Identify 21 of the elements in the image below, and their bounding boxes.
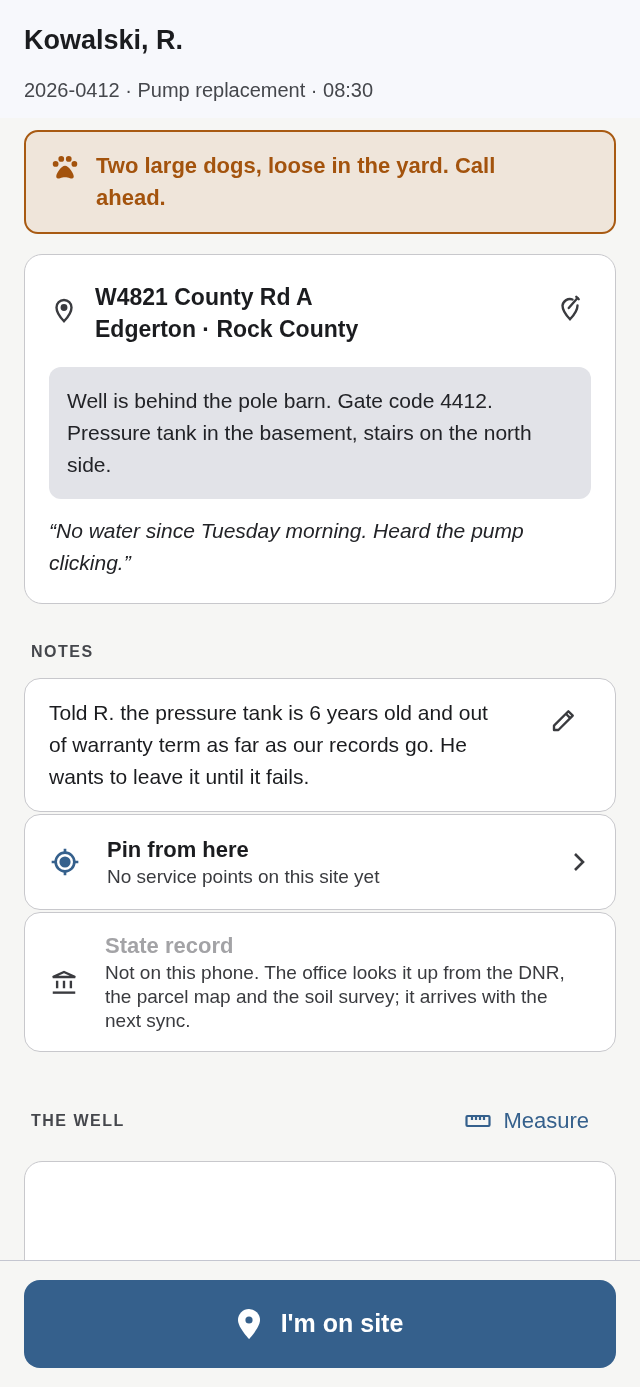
measure-button[interactable]: Measure bbox=[465, 1104, 589, 1137]
chevron-right-icon bbox=[573, 852, 585, 872]
row-title: State record bbox=[105, 932, 235, 960]
list-row[interactable]: Pin from here No service points on this site yet bbox=[24, 814, 616, 910]
directions-note: Well is behind the pole barn. Gate code 4412. Pressure tank in the basement, stairs on the north side. bbox=[49, 367, 591, 499]
target-icon bbox=[49, 846, 81, 878]
customer-complaint: “No water since Tuesday morning. Heard the pump clicking.” bbox=[49, 518, 525, 576]
locality: Edgerton · Rock County bbox=[95, 315, 360, 344]
section-heading: THE WELL bbox=[31, 1110, 125, 1131]
alert-message: Two large dogs, loose in the yard. Call ahead. bbox=[96, 152, 497, 212]
location-pin-icon bbox=[236, 1309, 261, 1339]
row-title: Pin from here bbox=[107, 836, 250, 864]
section-heading: NOTES bbox=[30, 642, 95, 662]
street-address: W4821 County Rd A bbox=[95, 283, 314, 312]
job-summary: 2026-0412 · Pump replacement · 08:30 bbox=[24, 78, 375, 103]
customer-name: Kowalski, R. bbox=[24, 24, 185, 57]
ruler-icon bbox=[465, 1113, 492, 1128]
row-detail: No service points on this site yet bbox=[107, 865, 381, 889]
note-text: Told R. the pressure tank is 6 years old and out of warranty term as far as our records go. He wants to leave it until it fails. bbox=[49, 700, 489, 790]
row-detail: Not on this phone. The office looks it up from the DNR, the parcel map and the soil survey; it arrives with the next sync. bbox=[105, 961, 566, 1033]
on-site-button[interactable]: I'm on site bbox=[24, 1280, 616, 1368]
